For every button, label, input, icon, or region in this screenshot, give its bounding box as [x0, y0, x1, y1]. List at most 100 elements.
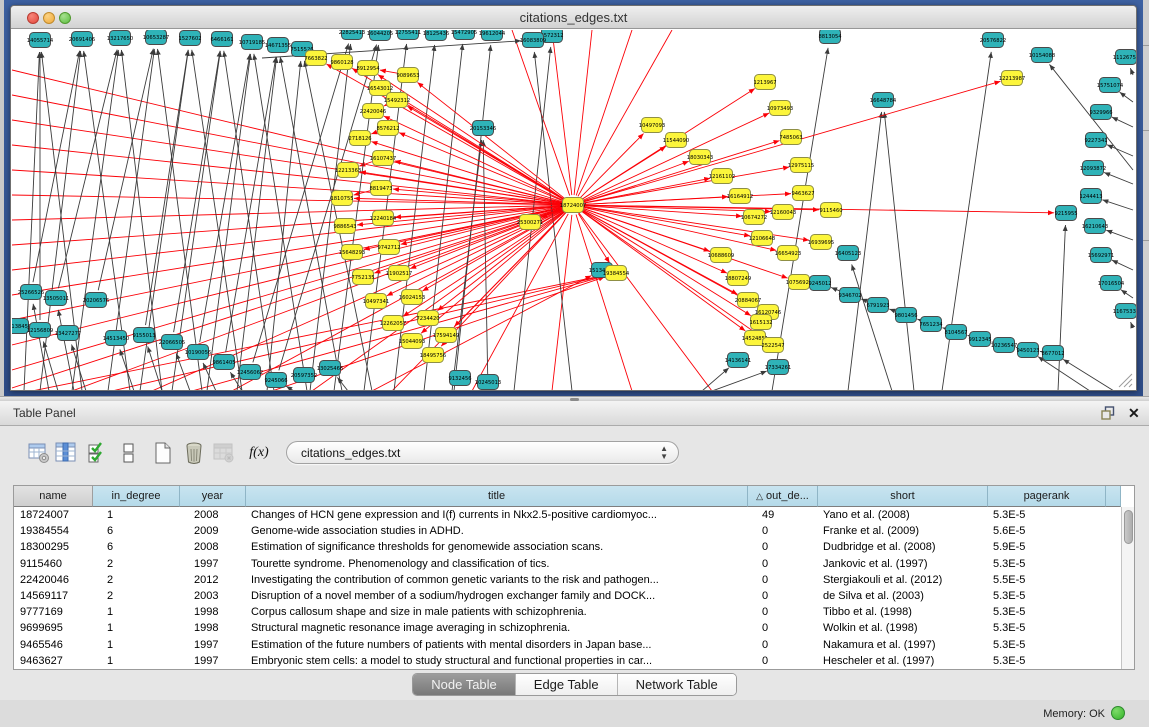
graph-edge[interactable] — [1112, 260, 1133, 270]
graph-node[interactable]: 9886543 — [333, 219, 356, 234]
column-header-short[interactable]: short — [818, 486, 988, 507]
graph-node[interactable]: 10674272 — [741, 210, 767, 225]
graph-node[interactable]: 10154088 — [1029, 48, 1055, 63]
graph-edge[interactable] — [24, 52, 39, 390]
graph-node[interactable]: 10688609 — [708, 248, 734, 263]
graph-edge[interactable] — [43, 342, 58, 390]
graph-edge[interactable] — [12, 207, 563, 295]
table-selector-dropdown[interactable]: citations_edges.txt ▲▼ — [286, 441, 679, 464]
graph-node[interactable]: 8819473 — [369, 181, 392, 196]
column-header-in_degree[interactable]: in_degree — [93, 486, 180, 507]
graph-node[interactable]: 14136141 — [725, 353, 751, 368]
tab-network-table[interactable]: Network Table — [618, 674, 736, 695]
graph-edge[interactable] — [12, 205, 563, 220]
graph-edge[interactable] — [1131, 322, 1133, 328]
graph-node[interactable]: 10497093 — [639, 118, 665, 133]
table-row[interactable]: 969969511998Structural magnetic resonanc… — [14, 620, 1121, 636]
graph-edge[interactable] — [576, 30, 632, 196]
table-row[interactable]: 946362711997Embryonic stem cells: a mode… — [14, 653, 1121, 669]
table-row[interactable]: 1872400712008Changes of HCN gene express… — [14, 507, 1121, 523]
graph-node[interactable]: 22825413 — [339, 30, 365, 40]
graph-node[interactable]: 19612044 — [479, 30, 506, 41]
graph-edge[interactable] — [310, 44, 351, 390]
graph-node[interactable]: 1615132 — [749, 315, 772, 330]
graph-node[interactable]: 17016504 — [1098, 276, 1125, 291]
graph-node[interactable]: 8104567 — [944, 325, 967, 340]
graph-node[interactable]: 13025466 — [317, 361, 343, 376]
column-header-year[interactable]: year — [180, 486, 246, 507]
graph-node[interactable]: 9245066 — [264, 373, 287, 388]
graph-edge[interactable] — [192, 50, 242, 390]
graph-node[interactable]: 18495756 — [420, 348, 446, 363]
graph-node[interactable]: 12160043 — [770, 205, 796, 220]
graph-node[interactable]: 7485063 — [779, 130, 802, 145]
graph-edge[interactable] — [254, 54, 307, 390]
graph-node[interactable]: 10973493 — [767, 101, 793, 116]
graph-edge[interactable] — [58, 50, 117, 289]
column-header-name[interactable]: name — [14, 486, 93, 507]
table-row[interactable]: 977716911998Corpus callosum shape and si… — [14, 604, 1121, 620]
tab-edge-table[interactable]: Edge Table — [516, 674, 618, 695]
table-row[interactable]: 911546021997Tourette syndrome. Phenomeno… — [14, 556, 1121, 572]
graph-edge[interactable] — [207, 54, 250, 390]
graph-edge[interactable] — [1121, 290, 1133, 298]
graph-node[interactable]: 12213363 — [335, 163, 361, 178]
graph-node[interactable]: 9860128 — [330, 55, 353, 70]
graph-node[interactable]: 12156809 — [27, 323, 53, 338]
table-row[interactable]: 946554611997Estimation of the future num… — [14, 637, 1121, 653]
graph-node[interactable]: 9089653 — [396, 68, 419, 83]
graph-edge[interactable] — [33, 304, 49, 390]
table-row[interactable]: 1938455462009Genome-wide association stu… — [14, 523, 1121, 539]
graph-node[interactable]: 8813054 — [818, 30, 842, 44]
graph-node[interactable]: 9450123 — [1016, 343, 1039, 358]
graph-edge[interactable] — [1063, 359, 1114, 390]
function-builder-icon[interactable]: f(x) — [246, 440, 272, 466]
graph-node[interactable]: 17594149 — [433, 328, 459, 343]
graph-edge[interactable] — [267, 61, 301, 390]
graph-node[interactable]: 18125436 — [423, 30, 449, 41]
graph-node[interactable]: 15692971 — [1088, 248, 1114, 263]
graph-edge[interactable] — [337, 377, 348, 390]
graph-edge[interactable] — [226, 57, 276, 352]
column-header-pagerank[interactable]: pagerank — [988, 486, 1106, 507]
graph-node[interactable]: 13427277 — [55, 326, 81, 341]
graph-node[interactable]: 17334261 — [765, 360, 791, 375]
delete-columns-icon[interactable] — [181, 440, 207, 466]
graph-edge[interactable] — [224, 51, 274, 390]
graph-edge[interactable] — [1104, 172, 1133, 184]
column-header-title[interactable]: title — [246, 486, 748, 507]
select-all-icon[interactable] — [85, 440, 111, 466]
graph-node[interactable]: 16164912 — [727, 189, 753, 204]
graph-edge[interactable] — [286, 386, 294, 390]
graph-edge[interactable] — [582, 161, 688, 201]
graph-node[interactable]: 10653287 — [143, 30, 169, 45]
graph-edge[interactable] — [279, 44, 377, 370]
graph-node[interactable]: 15751074 — [1097, 78, 1124, 93]
graph-edge[interactable] — [312, 211, 565, 390]
tab-node-table[interactable]: Node Table — [413, 674, 516, 695]
graph-node[interactable]: 12975115 — [788, 158, 814, 173]
graph-node[interactable]: 15648293 — [339, 245, 365, 260]
graph-node[interactable]: 10497341 — [363, 294, 389, 309]
graph-node[interactable]: 18030343 — [687, 150, 713, 165]
graph-node[interactable]: 9742712 — [377, 240, 400, 255]
graph-node[interactable]: 8912954 — [356, 61, 380, 76]
column-header-out_de...[interactable]: △out_de... — [748, 486, 818, 507]
graph-edge[interactable] — [174, 51, 220, 332]
graph-node[interactable]: 16939695 — [808, 235, 834, 250]
graph-edge[interactable] — [884, 112, 914, 390]
graph-node[interactable]: 25300271 — [517, 215, 543, 230]
graph-node[interactable]: 9132456 — [448, 371, 471, 386]
table-row[interactable]: 1456911722003Disruption of a novel membe… — [14, 588, 1121, 604]
graph-edge[interactable] — [1038, 357, 1090, 390]
graph-node[interactable]: 7663822 — [304, 51, 327, 66]
graph-edge[interactable] — [552, 30, 572, 195]
graph-edge[interactable] — [452, 140, 482, 390]
graph-edge[interactable] — [120, 349, 134, 390]
graph-node[interactable]: 2522547 — [761, 338, 784, 353]
graph-node[interactable]: 11902517 — [386, 266, 412, 281]
graph-node[interactable]: 10190056 — [185, 345, 211, 360]
graph-node[interactable]: 9463627 — [791, 186, 814, 201]
graph-node[interactable]: 16648784 — [870, 93, 897, 108]
graph-node[interactable]: 12240184 — [370, 211, 397, 226]
